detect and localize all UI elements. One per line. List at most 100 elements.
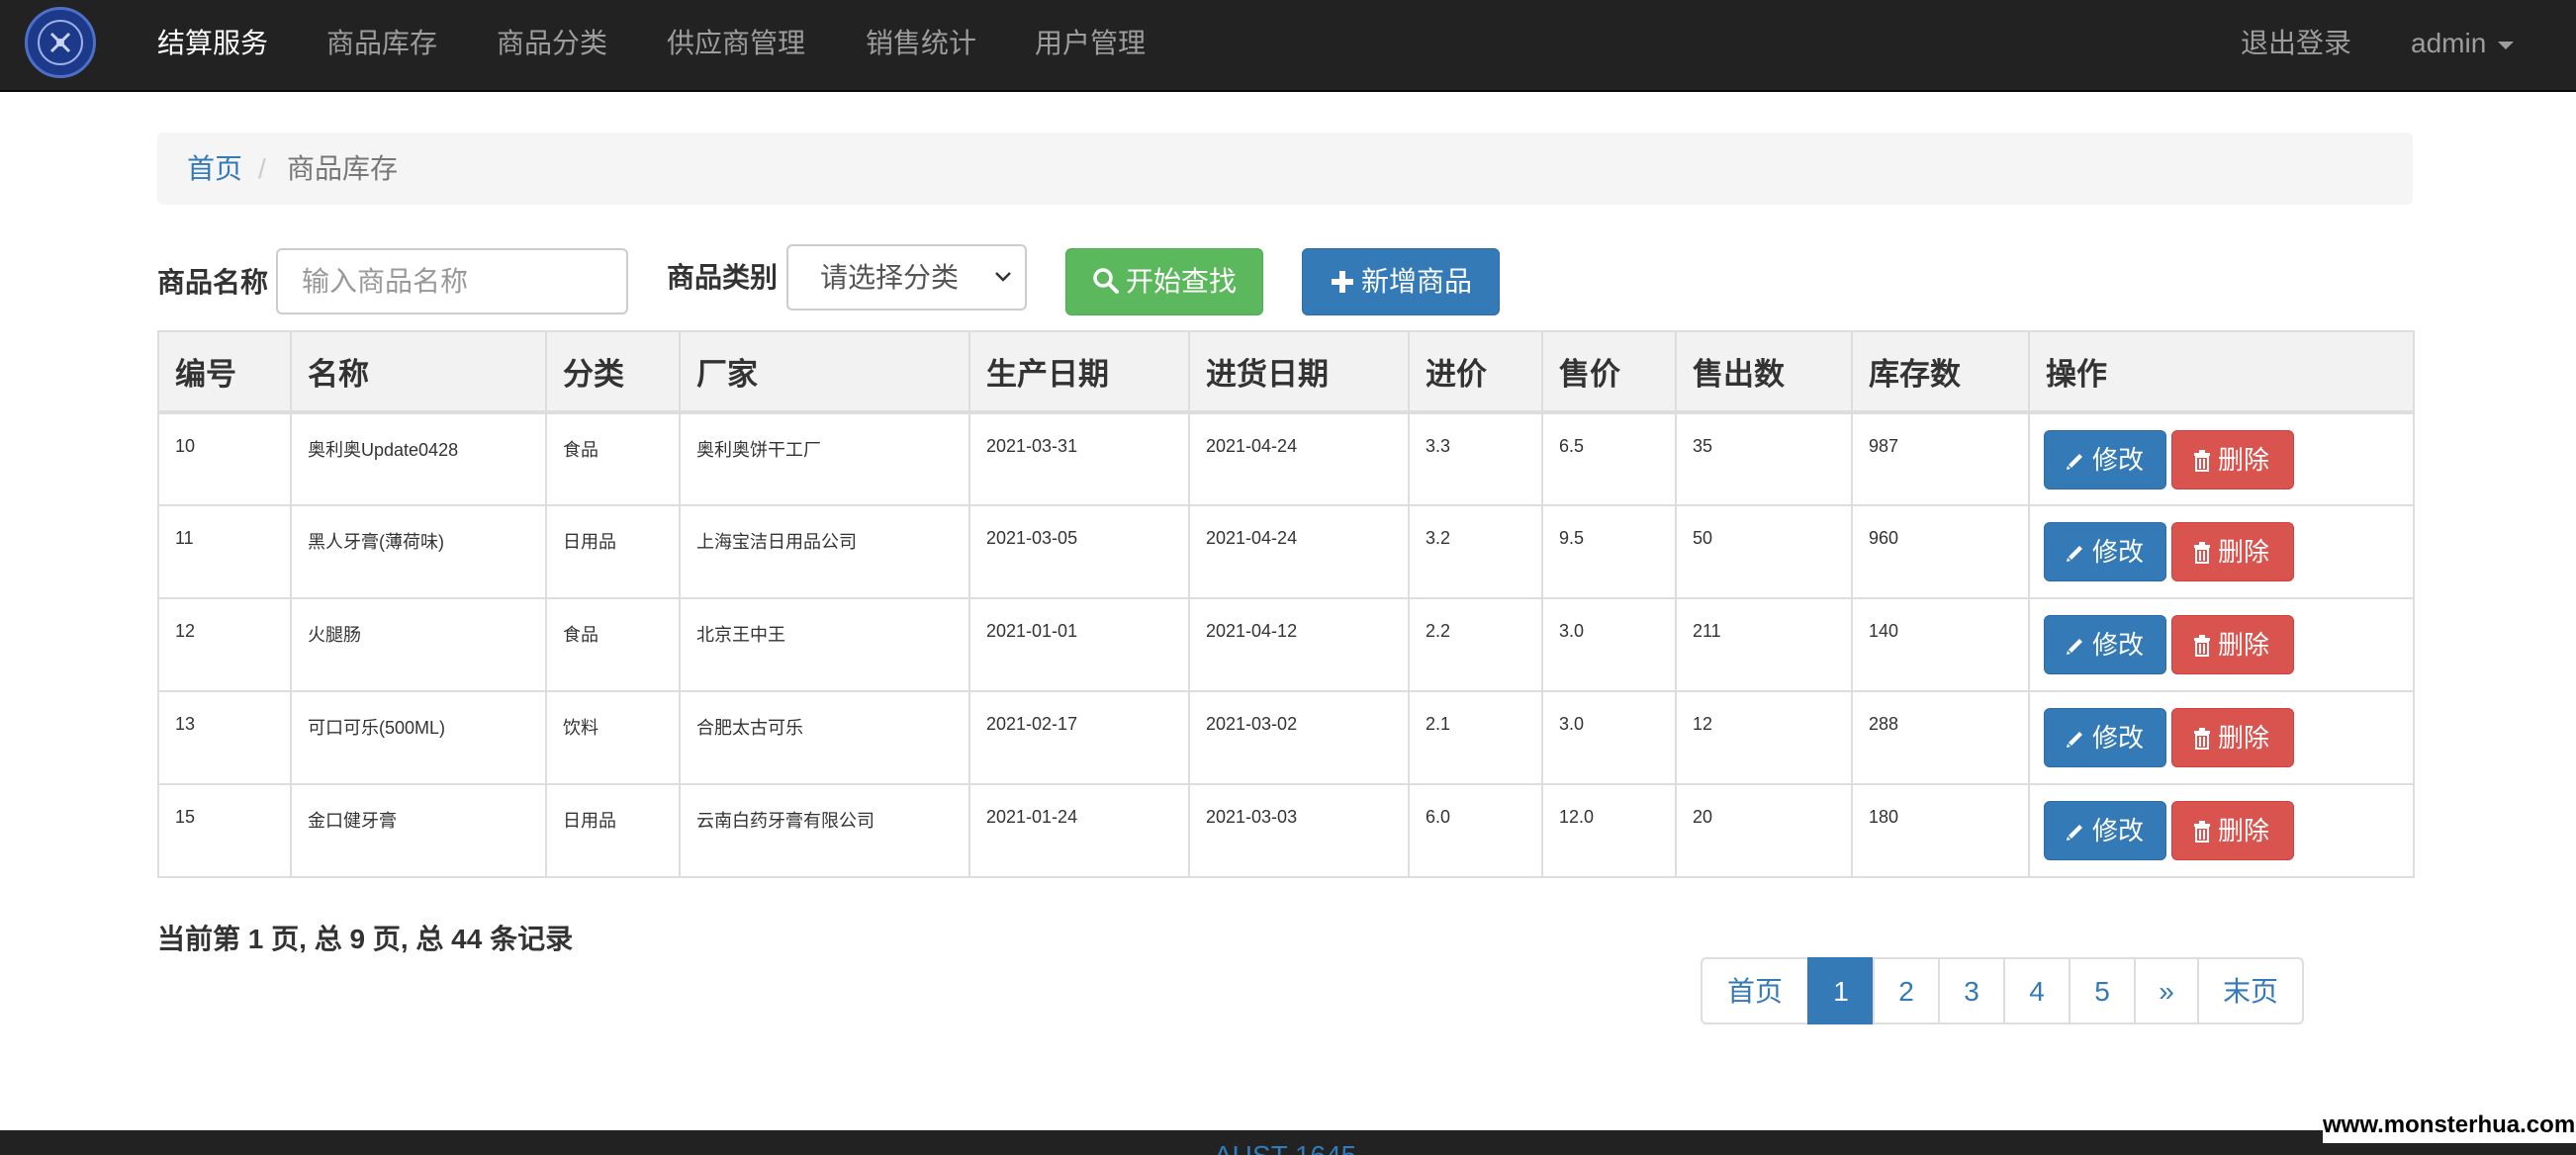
nav-brand[interactable]: 结算服务 (157, 0, 268, 87)
edit-button[interactable]: 修改 (2044, 522, 2166, 581)
edit-button[interactable]: 修改 (2044, 430, 2166, 489)
table-row: 10 奥利奥Update0428 食品 奥利奥饼干工厂 2021-03-31 2… (157, 411, 2415, 506)
cell-manufacturer: 上海宝洁日用品公司 (679, 504, 970, 599)
delete-label: 删除 (2218, 537, 2270, 567)
delete-button[interactable]: 删除 (2171, 708, 2294, 767)
breadcrumb-home[interactable]: 首页 (187, 133, 242, 205)
trash-icon (2194, 450, 2210, 472)
page-next[interactable]: » (2134, 957, 2199, 1024)
breadcrumb-separator: / (258, 153, 266, 184)
cell-purchase-date: 2021-04-24 (1188, 504, 1410, 599)
nav-item-sales[interactable]: 销售统计 (866, 0, 976, 87)
cell-stock: 180 (1851, 783, 2030, 878)
edit-button[interactable]: 修改 (2044, 615, 2166, 674)
logo-icon[interactable] (25, 7, 96, 78)
cell-production-date: 2021-02-17 (968, 690, 1190, 785)
cell-sale-price: 12.0 (1541, 783, 1677, 878)
cell-name: 火腿肠 (290, 597, 547, 692)
trash-icon (2194, 728, 2210, 750)
footer-text: AUST 1645 (1214, 1140, 1356, 1155)
delete-button[interactable]: 删除 (2171, 522, 2294, 581)
page-1[interactable]: 1 (1807, 957, 1875, 1024)
cell-category: 日用品 (545, 783, 681, 878)
col-header-production-date: 生产日期 (968, 330, 1190, 414)
cell-name: 金口健牙膏 (290, 783, 547, 878)
table-row: 13 可口可乐(500ML) 饮料 合肥太古可乐 2021-02-17 2021… (157, 690, 2415, 785)
cell-purchase-date: 2021-03-03 (1188, 783, 1410, 878)
cell-actions: 修改 删除 (2028, 504, 2415, 599)
nav-item-supplier[interactable]: 供应商管理 (667, 0, 805, 87)
trash-icon (2194, 542, 2210, 564)
col-header-sale-price: 售价 (1541, 330, 1677, 414)
add-product-label: 新增商品 (1360, 266, 1472, 297)
page-info: 当前第 1 页, 总 9 页, 总 44 条记录 (157, 924, 574, 954)
col-header-sold: 售出数 (1675, 330, 1853, 414)
edit-button[interactable]: 修改 (2044, 801, 2166, 860)
search-button-label: 开始查找 (1125, 266, 1237, 297)
pencil-icon (2067, 639, 2082, 655)
edit-label: 修改 (2092, 723, 2145, 753)
col-header-cost-price: 进价 (1408, 330, 1543, 414)
breadcrumb: 首页 / 商品库存 (157, 133, 2413, 205)
table-header-row: 编号 名称 分类 厂家 生产日期 进货日期 进价 售价 售出数 库存数 操作 (157, 330, 2415, 414)
page-4[interactable]: 4 (2003, 957, 2070, 1024)
plus-icon (1331, 271, 1353, 293)
logout-link[interactable]: 退出登录 (2241, 0, 2351, 87)
category-select[interactable]: 请选择分类 (786, 244, 1027, 311)
cell-production-date: 2021-03-31 (968, 411, 1190, 506)
category-selected: 请选择分类 (820, 262, 960, 293)
page-first[interactable]: 首页 (1701, 957, 1809, 1024)
page-5[interactable]: 5 (2069, 957, 2136, 1024)
edit-label: 修改 (2092, 537, 2145, 567)
category-label: 商品类别 (667, 262, 779, 293)
trash-icon (2194, 635, 2210, 657)
cell-sale-price: 3.0 (1541, 690, 1677, 785)
add-product-button[interactable]: 新增商品 (1302, 248, 1500, 315)
search-button[interactable]: 开始查找 (1065, 248, 1263, 315)
cell-cost-price: 3.3 (1408, 411, 1543, 506)
delete-button[interactable]: 删除 (2171, 430, 2294, 489)
cell-name: 奥利奥Update0428 (290, 411, 547, 506)
cell-category: 食品 (545, 411, 681, 506)
cell-id: 10 (157, 411, 292, 506)
product-name-input[interactable] (276, 248, 628, 314)
col-header-category: 分类 (545, 330, 681, 414)
col-header-stock: 库存数 (1851, 330, 2030, 414)
cell-sale-price: 9.5 (1541, 504, 1677, 599)
delete-button[interactable]: 删除 (2171, 615, 2294, 674)
cell-purchase-date: 2021-03-02 (1188, 690, 1410, 785)
edit-label: 修改 (2092, 630, 2145, 660)
page-last[interactable]: 末页 (2197, 957, 2304, 1024)
cell-cost-price: 6.0 (1408, 783, 1543, 878)
page-3[interactable]: 3 (1938, 957, 2005, 1024)
cell-actions: 修改 删除 (2028, 690, 2415, 785)
nav-item-category[interactable]: 商品分类 (497, 0, 607, 87)
cell-stock: 288 (1851, 690, 2030, 785)
footer: AUST 1645 (0, 1130, 2576, 1155)
cell-production-date: 2021-01-24 (968, 783, 1190, 878)
chevron-down-icon (995, 272, 1011, 282)
product-name-label: 商品名称 (157, 267, 269, 298)
cell-sale-price: 3.0 (1541, 597, 1677, 692)
page-2[interactable]: 2 (1873, 957, 1940, 1024)
watermark: www.monsterhua.com (2323, 1108, 2576, 1143)
edit-button[interactable]: 修改 (2044, 708, 2166, 767)
edit-label: 修改 (2092, 816, 2145, 845)
cell-actions: 修改 删除 (2028, 411, 2415, 506)
user-name: admin (2411, 28, 2487, 58)
nav-item-inventory[interactable]: 商品库存 (326, 0, 437, 87)
cell-purchase-date: 2021-04-24 (1188, 411, 1410, 506)
cell-manufacturer: 云南白药牙膏有限公司 (679, 783, 970, 878)
pencil-icon (2067, 732, 2082, 748)
nav-item-users[interactable]: 用户管理 (1035, 0, 1146, 87)
table-row: 15 金口健牙膏 日用品 云南白药牙膏有限公司 2021-01-24 2021-… (157, 783, 2415, 878)
breadcrumb-current: 商品库存 (287, 153, 399, 184)
cell-cost-price: 2.1 (1408, 690, 1543, 785)
cell-name: 黑人牙膏(薄荷味) (290, 504, 547, 599)
cell-sold: 12 (1675, 690, 1853, 785)
cell-cost-price: 2.2 (1408, 597, 1543, 692)
user-menu[interactable]: admin (2411, 0, 2515, 87)
delete-button[interactable]: 删除 (2171, 801, 2294, 860)
cell-manufacturer: 合肥太古可乐 (679, 690, 970, 785)
delete-label: 删除 (2218, 445, 2270, 475)
